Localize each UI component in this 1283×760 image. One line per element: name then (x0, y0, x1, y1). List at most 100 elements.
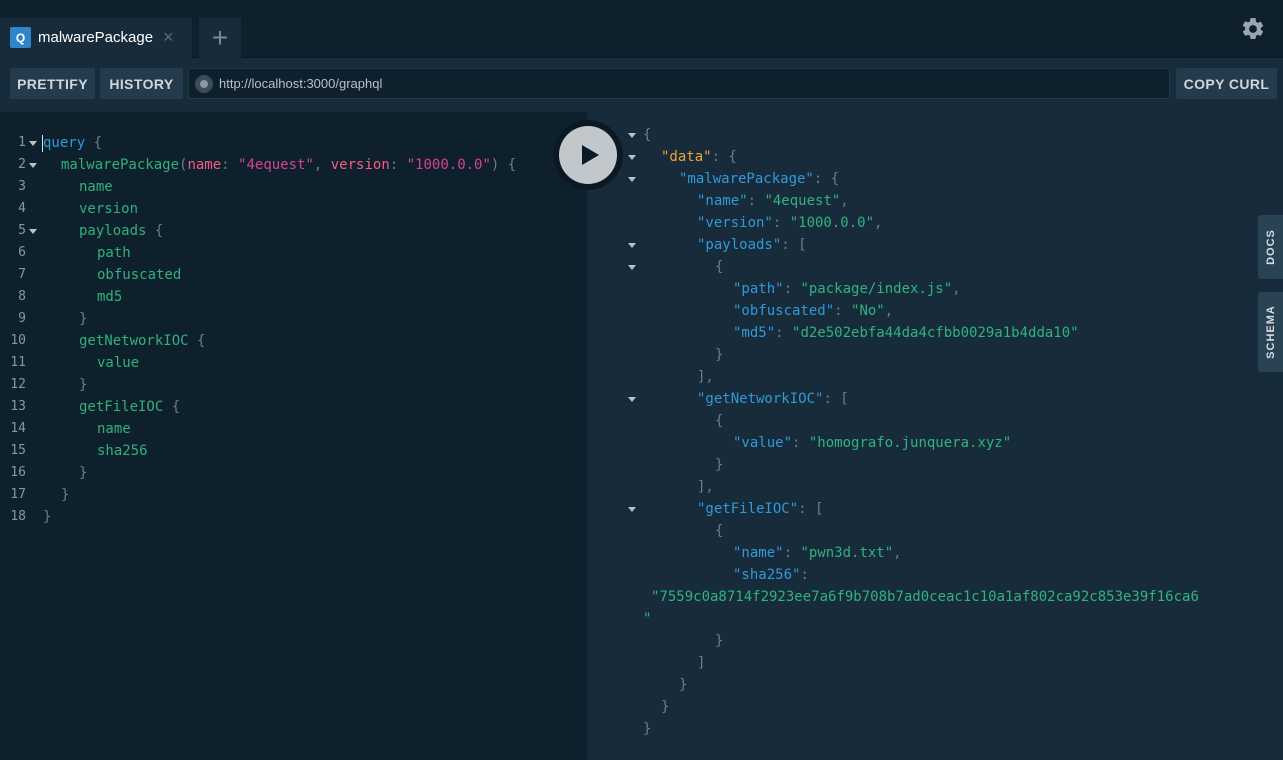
code-token: name (187, 157, 222, 173)
fold-toggle-icon[interactable] (628, 177, 636, 182)
code-token: } (643, 721, 652, 737)
result-line: "name": "pwn3d.txt", (733, 542, 902, 564)
result-line: { (715, 410, 723, 432)
fold-toggle-icon[interactable] (29, 163, 37, 168)
tab-malwarePackage[interactable]: Q malwarePackage × (0, 18, 192, 58)
query-line: sha256 (97, 440, 148, 462)
code-token: name (79, 179, 113, 195)
line-number: 8 (18, 289, 26, 304)
result-line: { (715, 256, 723, 278)
execute-query-button[interactable] (553, 120, 623, 190)
code-token: version (330, 157, 390, 173)
code-token: : (783, 281, 801, 297)
code-token: , (893, 545, 902, 561)
new-tab-button[interactable]: + (199, 18, 241, 58)
code-token: } (715, 347, 724, 363)
code-token: payloads (79, 223, 147, 239)
endpoint-url-input[interactable]: http://localhost:3000/graphql (188, 68, 1170, 99)
code-token: "name" (733, 545, 784, 561)
code-token: path (97, 245, 131, 261)
code-token: "version" (697, 215, 773, 231)
fold-toggle-icon[interactable] (628, 133, 636, 138)
code-token: obfuscated (97, 267, 182, 283)
line-number: 14 (10, 421, 26, 436)
code-token: "7559c0a8714f2923ee7a6f9b708b7ad0ceac1c1… (651, 589, 1199, 605)
code-token: "package/index.js" (800, 281, 953, 297)
line-number: 4 (18, 201, 26, 216)
code-token: ] (697, 655, 706, 671)
gear-icon[interactable] (1240, 16, 1266, 42)
code-token: : (775, 325, 793, 341)
code-token: } (715, 457, 724, 473)
code-token: : [ (823, 391, 849, 407)
code-token: { (85, 135, 103, 151)
docs-tab[interactable]: DOCS (1258, 215, 1283, 279)
code-token: } (79, 465, 88, 481)
fold-toggle-icon[interactable] (29, 229, 37, 234)
code-token: version (79, 201, 139, 217)
schema-tab-label: SCHEMA (1264, 305, 1277, 359)
result-line: "getFileIOC": [ (697, 498, 823, 520)
result-line: " (643, 608, 651, 630)
code-token: { (715, 413, 724, 429)
code-token: "path" (733, 281, 784, 297)
endpoint-url-text: http://localhost:3000/graphql (219, 76, 383, 91)
line-number: 13 (10, 399, 26, 414)
prettify-button[interactable]: PRETTIFY (10, 68, 95, 99)
code-token: "name" (697, 193, 748, 209)
fold-toggle-icon[interactable] (628, 265, 636, 270)
code-token: "getFileIOC" (697, 501, 799, 517)
fold-toggle-icon[interactable] (628, 507, 636, 512)
result-line: } (715, 454, 723, 476)
code-token: } (661, 699, 670, 715)
query-line: md5 (97, 286, 122, 308)
result-line: { (643, 124, 651, 146)
text-cursor (42, 135, 43, 152)
code-token: value (97, 355, 140, 371)
code-token: , (874, 215, 883, 231)
close-icon[interactable]: × (163, 26, 174, 48)
code-token: : (834, 303, 852, 319)
result-line: "path": "package/index.js", (733, 278, 961, 300)
result-line: "md5": "d2e502ebfa44da4cfbb0029a1b4dda10… (733, 322, 1079, 344)
fold-toggle-icon[interactable] (628, 243, 636, 248)
fold-toggle-icon[interactable] (29, 141, 37, 146)
code-token: : (221, 157, 239, 173)
result-line: } (643, 718, 651, 740)
code-token: "malwarePackage" (679, 171, 814, 187)
code-token: "md5" (733, 325, 776, 341)
query-line: } (43, 506, 51, 528)
code-token: name (97, 421, 131, 437)
query-line: path (97, 242, 131, 264)
history-button[interactable]: HISTORY (100, 68, 183, 99)
query-badge-icon: Q (10, 27, 31, 48)
code-token: "getNetworkIOC" (697, 391, 824, 407)
code-token: : (772, 215, 790, 231)
query-line: getFileIOC { (79, 396, 180, 418)
code-token: "value" (733, 435, 793, 451)
result-line: "obfuscated": "No", (733, 300, 893, 322)
line-number: 12 (10, 377, 26, 392)
code-token: : [ (781, 237, 807, 253)
code-token: : (792, 435, 809, 451)
fold-toggle-icon[interactable] (628, 155, 636, 160)
fold-toggle-icon[interactable] (628, 397, 636, 402)
schema-tab[interactable]: SCHEMA (1258, 292, 1283, 372)
code-token: "4equest" (764, 193, 841, 209)
code-token: malwarePackage (61, 157, 180, 173)
line-number: 7 (18, 267, 26, 282)
code-token: "1000.0.0" (789, 215, 875, 231)
code-token: : (800, 567, 809, 583)
connection-status-icon (195, 75, 213, 93)
query-line: value (97, 352, 139, 374)
code-token: "sha256" (733, 567, 801, 583)
code-token: } (679, 677, 688, 693)
query-line: } (79, 308, 87, 330)
code-token: "d2e502ebfa44da4cfbb0029a1b4dda10" (792, 325, 1079, 341)
code-token: : { (813, 171, 840, 187)
result-line: ], (697, 366, 714, 388)
copy-curl-button[interactable]: COPY CURL (1176, 68, 1277, 99)
query-line: } (79, 374, 87, 396)
line-number: 2 (18, 157, 26, 172)
query-line: version (79, 198, 138, 220)
